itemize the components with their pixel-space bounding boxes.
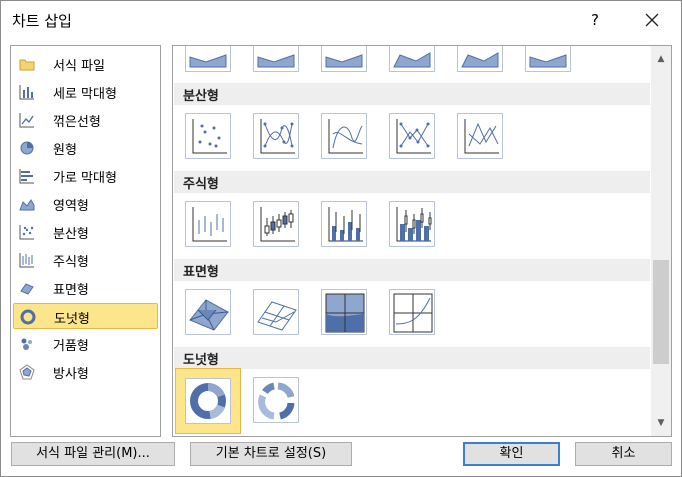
section-header-doughnut: 도넛형 xyxy=(174,347,650,369)
category-item-template[interactable]: 서식 파일 xyxy=(13,51,158,77)
folder-icon xyxy=(19,59,35,71)
category-label: 방사형 xyxy=(53,367,89,382)
category-item-scatter[interactable]: 분산형 xyxy=(13,219,158,245)
bubble-chart-icon xyxy=(21,338,32,350)
line-chart-icon xyxy=(19,113,34,128)
insert-chart-dialog: 차트 삽입 ? 서식 파일 세로 막대형 꺾은선형 원형 가로 막대형 영역형 … xyxy=(0,0,682,477)
stock-chart-icon xyxy=(19,253,34,268)
section-title: 분산형 xyxy=(183,89,219,104)
category-item-surface[interactable]: 표면형 xyxy=(13,275,158,301)
doughnut-chart-icon xyxy=(20,309,36,325)
area-subtype-thumb[interactable] xyxy=(457,46,503,72)
surface-wireframe-3d-thumb[interactable] xyxy=(253,289,299,335)
scatter-chart-icon xyxy=(19,225,34,240)
doughnut-thumb[interactable] xyxy=(175,368,241,434)
ok-button[interactable]: 확인 xyxy=(463,442,560,466)
surface-contour-thumb[interactable] xyxy=(321,289,367,335)
gallery-scrollbar[interactable]: ▲ ▼ xyxy=(651,46,671,436)
doughnut-thumb-frame xyxy=(185,378,231,424)
category-label: 꺾은선형 xyxy=(53,115,101,130)
close-icon xyxy=(645,13,659,27)
category-item-radar[interactable]: 방사형 xyxy=(13,359,158,385)
category-item-pie[interactable]: 원형 xyxy=(13,135,158,161)
stock-ohlc-thumb[interactable] xyxy=(253,201,299,247)
area-subtype-thumb[interactable] xyxy=(185,46,231,72)
category-label: 서식 파일 xyxy=(53,59,105,74)
section-header-scatter: 분산형 xyxy=(174,83,650,105)
scatter-smooth-lines-thumb[interactable] xyxy=(321,113,367,159)
manage-templates-button[interactable]: 서식 파일 관리(M)... xyxy=(11,442,175,466)
surface-chart-icon xyxy=(20,283,34,295)
help-button[interactable]: ? xyxy=(581,7,609,33)
category-item-bubble[interactable]: 거품형 xyxy=(13,331,158,357)
category-item-doughnut[interactable]: 도넛형 xyxy=(13,303,158,329)
stock-vhlc-thumb[interactable] xyxy=(321,201,367,247)
category-item-bar[interactable]: 가로 막대형 xyxy=(13,163,158,189)
bar-chart-icon xyxy=(19,169,34,184)
section-header-stock: 주식형 xyxy=(174,171,650,193)
category-label: 분산형 xyxy=(53,227,89,242)
scatter-smooth-markers-thumb[interactable] xyxy=(253,113,299,159)
surface-3d-thumb[interactable] xyxy=(185,289,231,335)
category-label: 가로 막대형 xyxy=(53,171,117,186)
category-label: 세로 막대형 xyxy=(53,87,117,102)
scroll-down-arrow-icon[interactable]: ▼ xyxy=(651,414,671,432)
section-title: 도넛형 xyxy=(183,353,219,368)
scroll-up-arrow-icon[interactable]: ▲ xyxy=(651,50,671,68)
stock-hlc-thumb[interactable] xyxy=(185,201,231,247)
category-label: 원형 xyxy=(53,143,77,158)
category-item-column[interactable]: 세로 막대형 xyxy=(13,79,158,105)
area-subtype-thumb[interactable] xyxy=(389,46,435,72)
area-subtype-thumb[interactable] xyxy=(525,46,571,72)
column-chart-icon xyxy=(19,85,34,100)
section-title: 주식형 xyxy=(183,177,219,192)
category-label: 주식형 xyxy=(53,255,89,270)
pie-chart-icon xyxy=(20,141,34,155)
chart-category-list: 서식 파일 세로 막대형 꺾은선형 원형 가로 막대형 영역형 분산형 주식형 xyxy=(10,45,161,437)
scroll-thumb[interactable] xyxy=(653,260,669,364)
area-chart-icon xyxy=(19,199,35,211)
cancel-button[interactable]: 취소 xyxy=(575,442,672,466)
close-button[interactable] xyxy=(637,7,667,33)
category-label: 표면형 xyxy=(53,283,89,298)
exploded-doughnut-thumb[interactable] xyxy=(253,377,299,423)
category-item-stock[interactable]: 주식형 xyxy=(13,247,158,273)
scatter-markers-only-thumb[interactable] xyxy=(185,113,231,159)
scatter-straight-lines-thumb[interactable] xyxy=(457,113,503,159)
category-label: 영역형 xyxy=(53,199,89,214)
radar-chart-icon xyxy=(19,364,35,380)
area-subtype-thumb[interactable] xyxy=(321,46,367,72)
section-header-surface: 표면형 xyxy=(174,259,650,281)
chart-subtype-gallery: 분산형 주식형 표면형 도넛형 ▲ ▼ xyxy=(172,45,672,437)
category-label: 거품형 xyxy=(53,339,89,354)
title-bar: 차트 삽입 ? xyxy=(1,1,681,39)
scatter-straight-markers-thumb[interactable] xyxy=(389,113,435,159)
category-item-line[interactable]: 꺾은선형 xyxy=(13,107,158,133)
surface-wireframe-contour-thumb[interactable] xyxy=(389,289,435,335)
set-default-chart-button[interactable]: 기본 차트로 설정(S) xyxy=(190,442,352,466)
dialog-title: 차트 삽입 xyxy=(12,12,72,30)
category-label: 도넛형 xyxy=(54,312,90,327)
section-title: 표면형 xyxy=(183,265,219,280)
category-item-area[interactable]: 영역형 xyxy=(13,191,158,217)
stock-vohlc-thumb[interactable] xyxy=(389,201,435,247)
area-subtype-thumb[interactable] xyxy=(253,46,299,72)
